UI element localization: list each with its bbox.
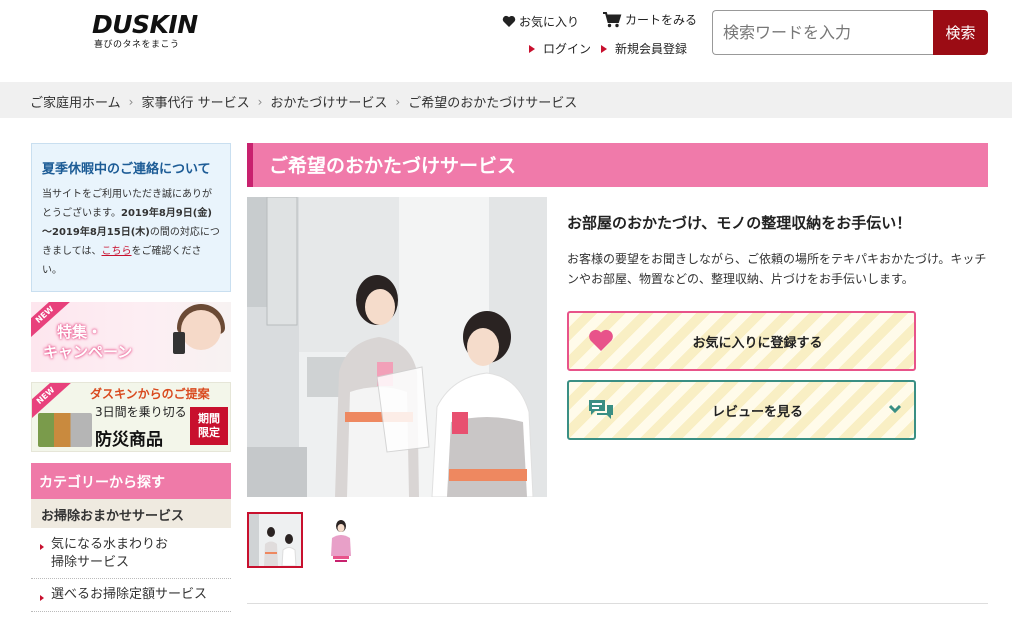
chat-bubbles-icon	[589, 400, 613, 419]
favorites-link[interactable]: お気に入り	[502, 13, 579, 30]
category-item-label: 気になる水まわりお掃除サービス	[51, 537, 169, 570]
favorites-label: お気に入り	[519, 15, 580, 29]
breadcrumb: ご家庭用ホーム › 家事代行 サービス › おかたづけサービス › ご希望のおか…	[30, 92, 578, 112]
arrow-right-icon	[40, 595, 44, 601]
favorites-button-label: お気に入りに登録する	[692, 335, 823, 351]
logo-text: DUSKIN	[92, 10, 198, 39]
arrow-right-icon	[529, 44, 535, 53]
banner-text-line: 特集・	[57, 323, 103, 341]
breadcrumb-item-home[interactable]: ご家庭用ホーム	[30, 92, 121, 111]
banner-text-line: ダスキンからのご提案	[90, 387, 210, 401]
chevron-right-icon: ›	[128, 94, 134, 109]
notice-body: 当サイトをご利用いただき誠にありがとうございます。2019年8月9日(金)～20…	[42, 185, 220, 280]
chevron-down-icon	[888, 404, 902, 414]
cart-link[interactable]: カートをみる	[602, 11, 697, 28]
thumbnail-image	[249, 514, 301, 566]
goods-image	[38, 413, 92, 447]
category-item-plan[interactable]: 選べるお掃除定額サービス	[31, 586, 231, 612]
search-button[interactable]: 検索	[933, 10, 988, 55]
limited-badge: 期間 限定	[190, 407, 228, 445]
cart-icon	[603, 12, 622, 28]
service-description: お客様の要望をお聞きしながら、ご依頼の場所をテキパキおかたづけ。キッチンやお部屋…	[567, 252, 987, 286]
special-campaign-banner[interactable]: NEW 特集・ キャンペーン	[31, 302, 231, 372]
phone-icon	[173, 332, 185, 354]
duskin-logo[interactable]: DUSKIN 喜びのタネをまこう	[92, 10, 202, 51]
add-to-favorites-button[interactable]: お気に入りに登録する	[567, 311, 916, 371]
heart-icon	[589, 329, 613, 351]
page-title: ご希望のおかたづけサービス	[247, 143, 988, 187]
banner-person-face	[181, 310, 221, 350]
notice-title: 夏季休暇中のご連絡について	[42, 162, 211, 177]
category-item-water[interactable]: 気になる水まわりお掃除サービス	[31, 535, 231, 579]
login-link[interactable]: ログイン	[529, 40, 591, 57]
holiday-notice: 夏季休暇中のご連絡について 当サイトをご利用いただき誠にありがとうございます。2…	[31, 143, 231, 292]
search-input[interactable]	[712, 10, 933, 55]
banner-text: 特集・ キャンペーン	[43, 322, 132, 362]
breadcrumb-item-current: ご希望のおかたづけサービス	[408, 96, 578, 111]
banner-text-line: キャンペーン	[43, 343, 133, 361]
cart-label: カートをみる	[625, 13, 698, 27]
disaster-goods-banner[interactable]: NEW ダスキンからのご提案 3日間を乗り切る 防災商品 期間 限定	[31, 382, 231, 452]
divider	[247, 603, 988, 604]
chevron-right-icon: ›	[395, 94, 401, 109]
badge-text: 限定	[198, 426, 220, 439]
register-label: 新規会員登録	[615, 42, 688, 56]
notice-link[interactable]: こちら	[102, 246, 132, 257]
view-reviews-button[interactable]: レビューを見る	[567, 380, 916, 440]
category-heading: カテゴリーから探す	[31, 463, 231, 499]
search-form: 検索	[712, 10, 988, 55]
banner-text-line: 3日間を乗り切る	[95, 405, 187, 419]
heart-icon	[502, 15, 516, 27]
service-headline: お部屋のおかたづけ、モノの整理収納をお手伝い！	[567, 214, 912, 232]
badge-text: 期間	[198, 412, 220, 425]
category-item-label: 選べるお掃除定額サービス	[51, 587, 208, 602]
reviews-button-label: レビューを見る	[711, 404, 803, 420]
category-subheading[interactable]: お掃除おまかせサービス	[31, 499, 231, 528]
breadcrumb-bar: ご家庭用ホーム › 家事代行 サービス › おかたづけサービス › ご希望のおか…	[0, 82, 1012, 118]
thumbnail-2[interactable]	[313, 512, 369, 568]
login-label: ログイン	[543, 42, 592, 56]
breadcrumb-item-tidying[interactable]: おかたづけサービス	[270, 92, 387, 111]
arrow-right-icon	[40, 544, 44, 550]
product-photo[interactable]	[247, 197, 547, 497]
thumbnail-image	[313, 512, 369, 568]
arrow-right-icon	[601, 44, 607, 53]
thumbnail-1[interactable]	[247, 512, 303, 568]
staff-photo-image	[247, 197, 547, 497]
register-link[interactable]: 新規会員登録	[601, 40, 687, 57]
breadcrumb-item-housework[interactable]: 家事代行 サービス	[141, 92, 249, 111]
chevron-right-icon: ›	[257, 94, 263, 109]
banner-text-line: 防災商品	[95, 430, 163, 450]
